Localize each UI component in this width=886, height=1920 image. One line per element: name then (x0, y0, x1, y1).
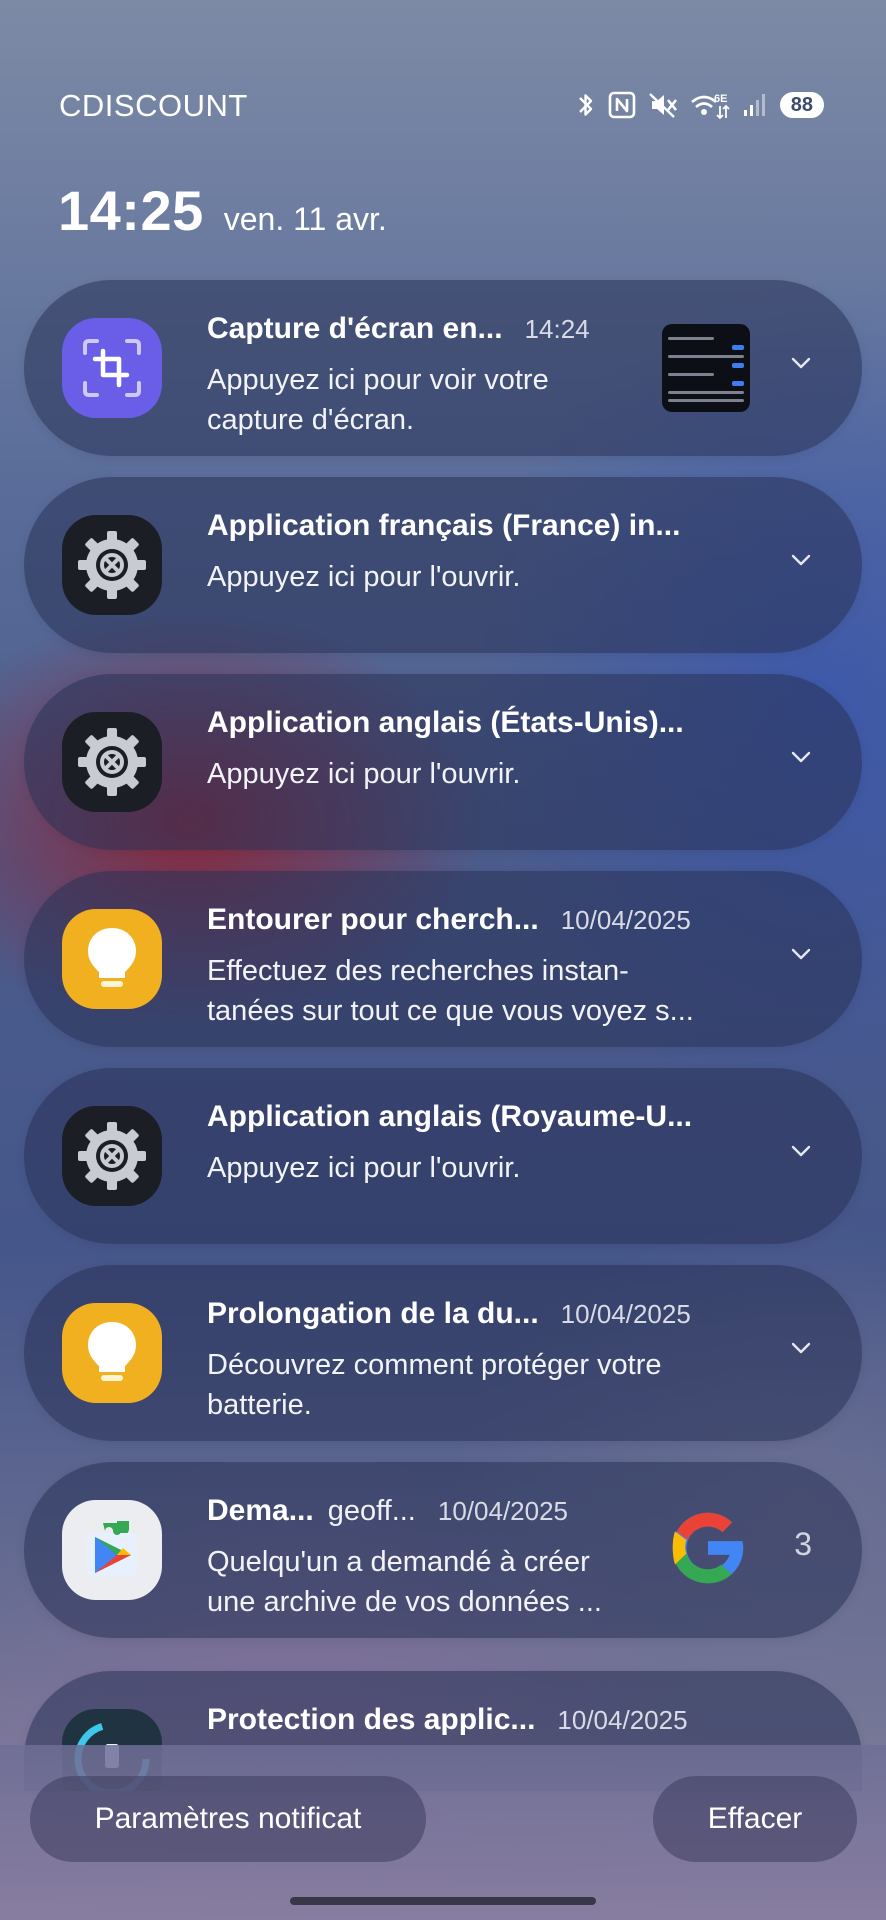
notification-body: Appuyez ici pour l'ouvrir. (207, 561, 521, 593)
home-indicator[interactable] (290, 1897, 596, 1905)
notification-circle-to-search[interactable]: Entourer pour cherch... 10/04/2025 Effec… (24, 871, 862, 1047)
settings-gear-icon (62, 712, 162, 812)
chevron-down-icon[interactable] (790, 1337, 812, 1359)
chevron-down-icon[interactable] (790, 352, 812, 374)
notification-time: 14:24 (524, 314, 590, 344)
signal-icon (743, 94, 765, 116)
lightbulb-tips-icon (62, 1303, 162, 1403)
clear-all-button[interactable]: Effacer (653, 1776, 857, 1862)
chevron-down-icon[interactable] (790, 1140, 812, 1162)
notification-body: Découvrez comment protéger votre batteri… (207, 1349, 662, 1421)
chevron-down-icon[interactable] (790, 746, 812, 768)
lightbulb-tips-icon (62, 909, 162, 1009)
google-g-icon (672, 1512, 746, 1584)
clock-row: 14:25 ven. 11 avr. (58, 178, 387, 243)
notification-title: Application français (France) in... (207, 509, 681, 542)
clock-time[interactable]: 14:25 (58, 178, 204, 243)
notification-title: Application anglais (Royaume-U... (207, 1100, 693, 1133)
nfc-icon (608, 91, 636, 119)
wifi-6e-icon: 6E (690, 93, 730, 120)
notification-title: Protection des applic... (207, 1703, 536, 1736)
notification-language-fr[interactable]: Application français (France) in... Appu… (24, 477, 862, 653)
bluetooth-icon (578, 94, 592, 116)
screenshot-thumbnail[interactable] (662, 324, 750, 412)
svg-text:6E: 6E (714, 93, 727, 105)
chevron-down-icon[interactable] (790, 549, 812, 571)
notification-settings-button[interactable]: Paramètres notificat (30, 1776, 426, 1862)
screenshot-icon (62, 318, 162, 418)
notification-language-en-us[interactable]: Application anglais (États-Unis)... Appu… (24, 674, 862, 850)
notification-title: Prolongation de la du... (207, 1297, 539, 1330)
notification-language-en-gb[interactable]: Application anglais (Royaume-U... Appuye… (24, 1068, 862, 1244)
chevron-down-icon[interactable] (790, 943, 812, 965)
notification-screenshot[interactable]: Capture d'écran en... 14:24 Appuyez ici … (24, 280, 862, 456)
notification-title: Capture d'écran en... (207, 312, 503, 345)
notification-battery-tip[interactable]: Prolongation de la du... 10/04/2025 Déco… (24, 1265, 862, 1441)
notification-time: 10/04/2025 (560, 1299, 691, 1329)
notification-body: Appuyez ici pour l'ouvrir. (207, 1152, 521, 1184)
notification-time: 10/04/2025 (560, 905, 691, 935)
settings-gear-icon (62, 1106, 162, 1206)
notification-title: Dema... (207, 1494, 314, 1527)
google-play-services-icon (62, 1500, 162, 1600)
status-bar: CDISCOUNT 6E 88 (59, 84, 824, 124)
notification-account: geoff... (327, 1495, 416, 1527)
notification-body: Effectuez des recherches instan- tanées … (207, 955, 694, 1027)
notification-google-data-archive[interactable]: Dema... geoff... 10/04/2025 Quelqu'un a … (24, 1462, 862, 1638)
notification-time: 10/04/2025 (557, 1705, 688, 1735)
notification-time: 10/04/2025 (437, 1496, 569, 1526)
status-icons: 6E 88 (576, 90, 824, 120)
clock-date[interactable]: ven. 11 avr. (224, 201, 387, 238)
settings-gear-icon (62, 515, 162, 615)
carrier-name: CDISCOUNT (59, 88, 248, 123)
notification-body: Appuyez ici pour l'ouvrir. (207, 758, 521, 790)
battery-indicator: 88 (779, 92, 824, 118)
notification-title: Application anglais (États-Unis)... (207, 706, 684, 739)
notification-count: 3 (794, 1526, 812, 1562)
mute-icon (648, 93, 677, 118)
notification-title: Entourer pour cherch... (207, 903, 539, 936)
